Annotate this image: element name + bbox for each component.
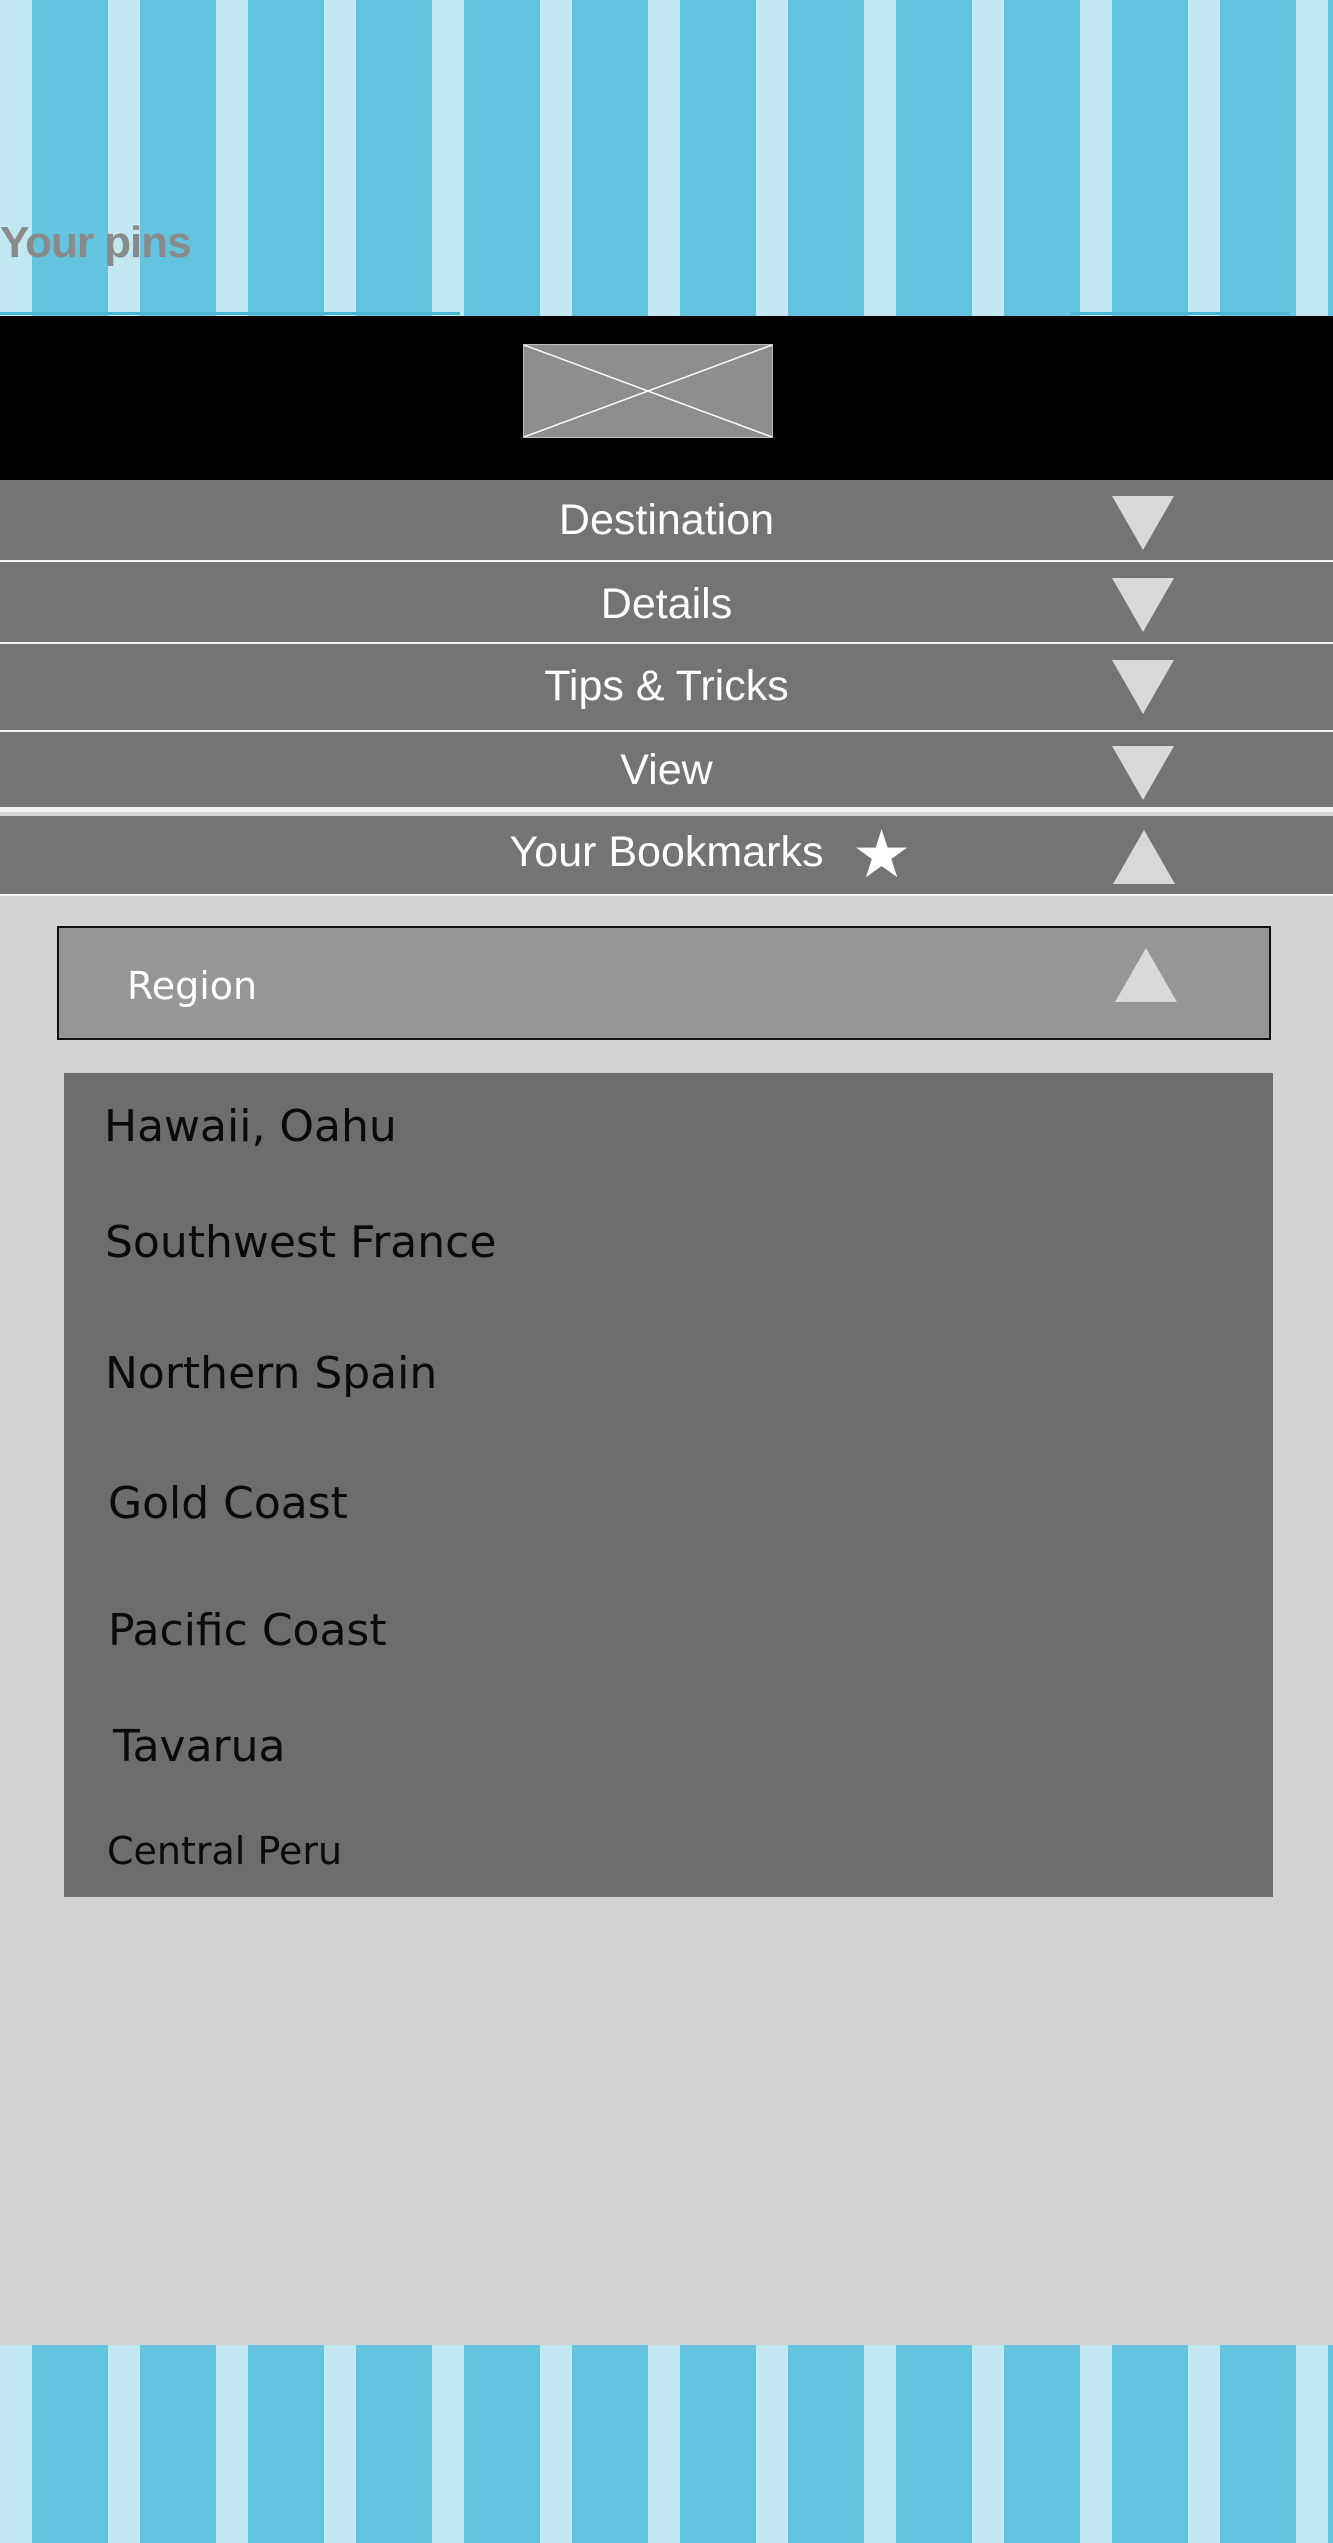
- star-icon: ★: [852, 816, 912, 893]
- chevron-up-icon[interactable]: [1115, 948, 1177, 1002]
- page-title: Your pins: [0, 218, 192, 267]
- list-item[interactable]: Hawaii, Oahu: [104, 1101, 397, 1152]
- chevron-up-icon[interactable]: [1113, 830, 1175, 884]
- menu-item-your-bookmarks[interactable]: Your Bookmarks ★: [0, 816, 1333, 896]
- region-dropdown[interactable]: Region: [57, 926, 1271, 1040]
- header-bar: [0, 316, 1333, 480]
- menu-item-view[interactable]: View: [0, 732, 1333, 812]
- list-item[interactable]: Pacific Coast: [108, 1605, 387, 1656]
- menu-item-details[interactable]: Details: [0, 562, 1333, 644]
- list-item[interactable]: Northern Spain: [105, 1348, 437, 1399]
- menu-item-tips-tricks[interactable]: Tips & Tricks: [0, 644, 1333, 732]
- chevron-down-icon[interactable]: [1112, 746, 1174, 800]
- region-list: Hawaii, Oahu Southwest France Northern S…: [64, 1073, 1273, 1897]
- banner-underline: [0, 312, 460, 315]
- logo-image-placeholder: [523, 344, 773, 438]
- list-item[interactable]: Tavarua: [113, 1721, 286, 1772]
- list-item[interactable]: Southwest France: [105, 1217, 496, 1268]
- bottom-stripe-banner: [0, 2345, 1333, 2543]
- banner-underline: [1070, 312, 1290, 315]
- list-item[interactable]: Gold Coast: [108, 1478, 348, 1529]
- top-stripe-banner: [0, 0, 1333, 316]
- region-label: Region: [127, 964, 258, 1008]
- menu-item-destination[interactable]: Destination: [0, 480, 1333, 562]
- list-item[interactable]: Central Peru: [107, 1829, 342, 1873]
- chevron-down-icon[interactable]: [1112, 660, 1174, 714]
- chevron-down-icon[interactable]: [1112, 496, 1174, 550]
- chevron-down-icon[interactable]: [1112, 578, 1174, 632]
